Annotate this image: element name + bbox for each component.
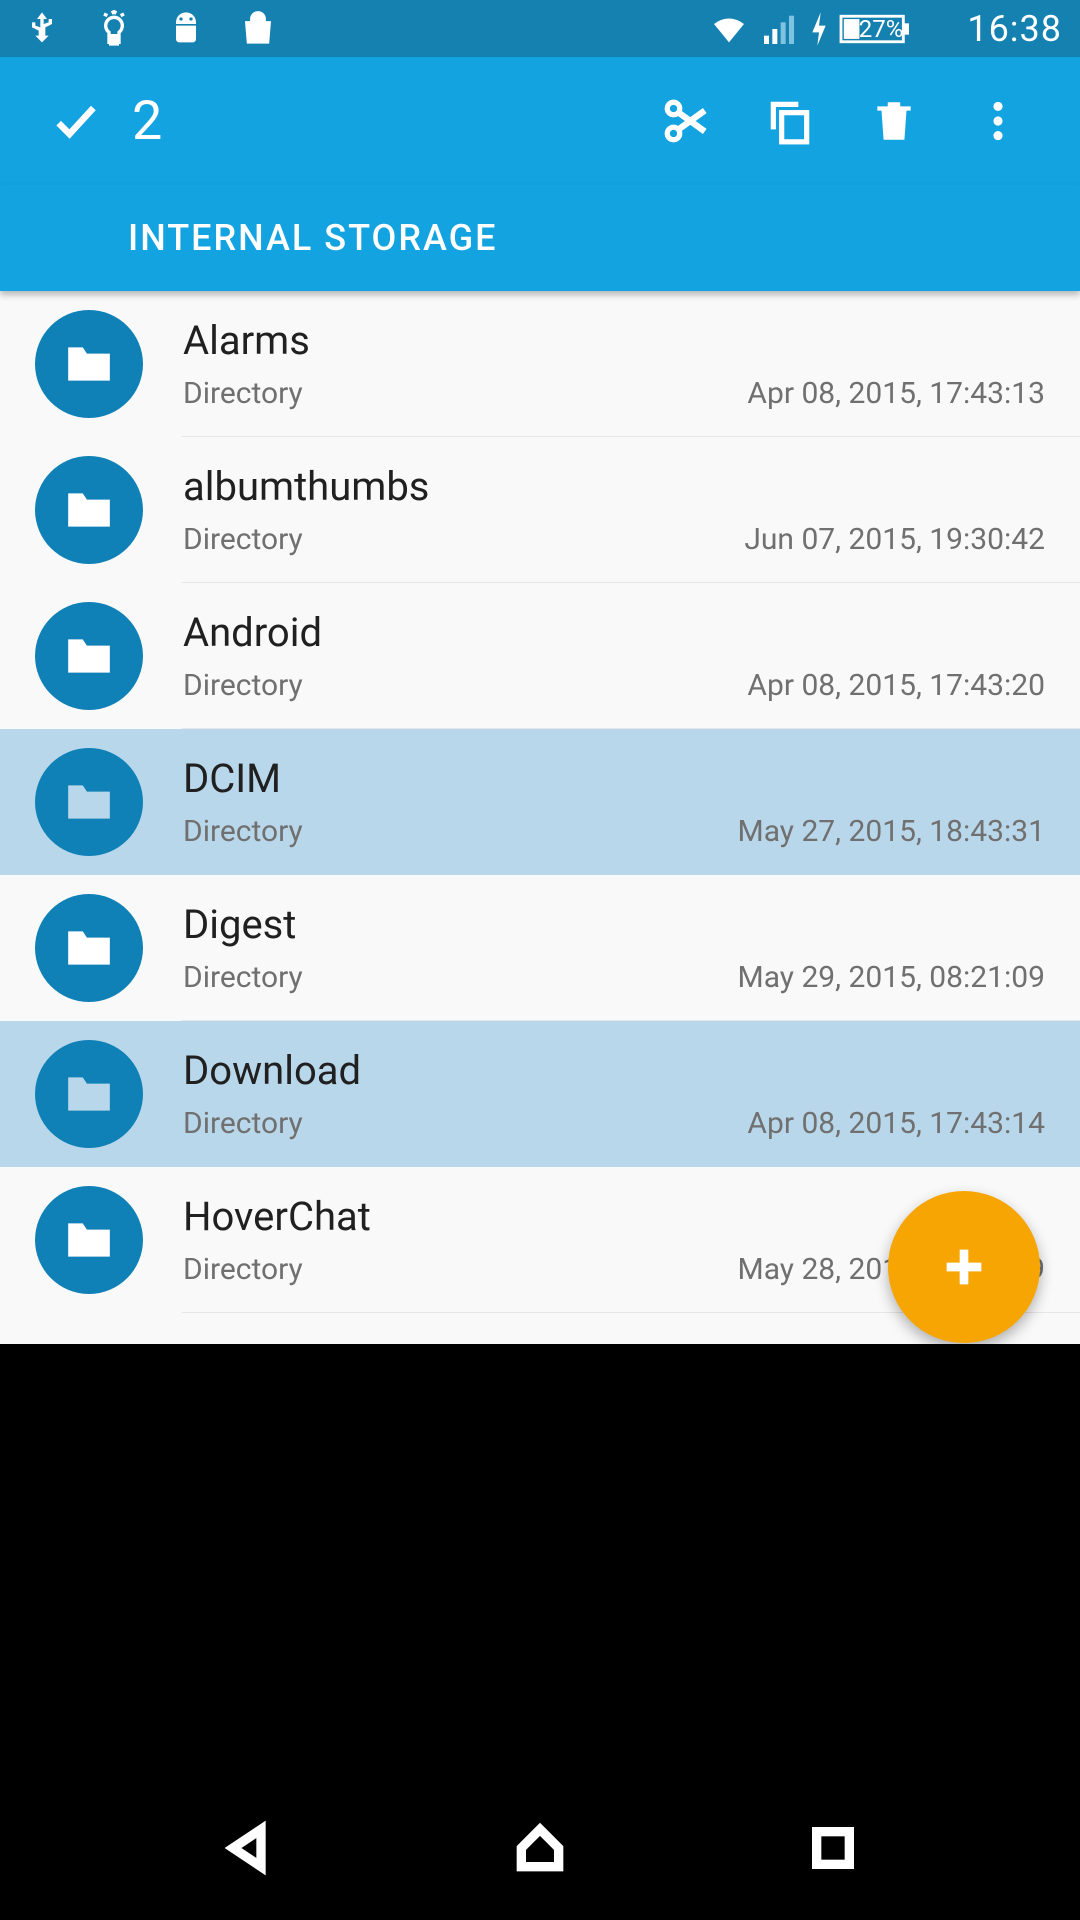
overflow-menu-button[interactable] (946, 57, 1050, 185)
file-type: Directory (183, 522, 303, 557)
file-name: Download (183, 1047, 1045, 1094)
file-type: Directory (183, 1252, 303, 1287)
cell-signal-icon (759, 9, 799, 49)
fab-add-button[interactable] (888, 1191, 1040, 1343)
charging-icon (809, 9, 829, 49)
file-info: Download Directory Apr 08, 2015, 17:43:14 (183, 1047, 1045, 1141)
file-info: albumthumbs Directory Jun 07, 2015, 19:30:… (183, 463, 1045, 557)
play-store-icon (238, 9, 278, 49)
folder-icon (35, 310, 143, 418)
back-button[interactable] (167, 1820, 327, 1876)
battery-indicator: 27% (839, 12, 958, 46)
file-list[interactable]: Alarms Directory Apr 08, 2015, 17:43:13 alb… (0, 291, 1080, 1344)
battery-percent: 27% (859, 15, 904, 43)
selection-count: 2 (132, 90, 162, 153)
folder-icon (35, 456, 143, 564)
file-name: Alarms (183, 317, 1045, 364)
file-info: Alarms Directory Apr 08, 2015, 17:43:13 (183, 317, 1045, 411)
file-type: Directory (183, 1106, 303, 1141)
usb-icon (22, 9, 62, 49)
status-right: 27% 16:38 (709, 8, 1062, 50)
clock: 16:38 (967, 8, 1062, 50)
file-type: Directory (183, 814, 303, 849)
file-type: Directory (183, 376, 303, 411)
file-date: May 27, 2015, 18:43:31 (738, 814, 1045, 849)
file-info: DCIM Directory May 27, 2015, 18:43:31 (183, 755, 1045, 849)
file-date: May 29, 2015, 08:21:09 (738, 960, 1045, 995)
status-bar: 27% 16:38 (0, 0, 1080, 57)
file-row[interactable]: Alarms Directory Apr 08, 2015, 17:43:13 (0, 291, 1080, 437)
copy-button[interactable] (738, 57, 842, 185)
folder-icon (35, 894, 143, 1002)
file-info: Digest Directory May 29, 2015, 08:21:09 (183, 901, 1045, 995)
recents-button[interactable] (753, 1820, 913, 1876)
folder-icon (35, 748, 143, 856)
navigation-bar (0, 1776, 1080, 1920)
folder-icon (35, 602, 143, 710)
file-row[interactable]: Digest Directory May 29, 2015, 08:21:09 (0, 875, 1080, 1021)
file-date: Apr 08, 2015, 17:43:14 (747, 1106, 1045, 1141)
cut-button[interactable] (634, 57, 738, 185)
delete-button[interactable] (842, 57, 946, 185)
status-left (22, 9, 278, 49)
file-row[interactable]: Android Directory Apr 08, 2015, 17:43:20 (0, 583, 1080, 729)
selection-action-bar: 2 (0, 57, 1080, 185)
file-name: albumthumbs (183, 463, 1045, 510)
folder-icon (35, 1040, 143, 1148)
file-row[interactable]: DCIM Directory May 27, 2015, 18:43:31 (0, 729, 1080, 875)
file-name: Digest (183, 901, 1045, 948)
file-name: Android (183, 609, 1045, 656)
bulb-icon (94, 9, 134, 49)
storage-tab[interactable]: INTERNAL STORAGE (0, 185, 1080, 291)
file-row[interactable]: albumthumbs Directory Jun 07, 2015, 19:30:… (0, 437, 1080, 583)
file-name: DCIM (183, 755, 1045, 802)
home-button[interactable] (460, 1820, 620, 1876)
file-info: Android Directory Apr 08, 2015, 17:43:20 (183, 609, 1045, 703)
file-date: Jun 07, 2015, 19:30:42 (744, 522, 1045, 557)
file-type: Directory (183, 668, 303, 703)
bottom-black-area (0, 1344, 1080, 1776)
file-date: Apr 08, 2015, 17:43:13 (747, 376, 1045, 411)
storage-tab-label: INTERNAL STORAGE (128, 217, 497, 259)
android-debug-icon (166, 9, 206, 49)
done-icon[interactable] (50, 95, 102, 147)
folder-icon (35, 1186, 143, 1294)
file-date: Apr 08, 2015, 17:43:20 (747, 668, 1045, 703)
wifi-icon (709, 9, 749, 49)
file-type: Directory (183, 960, 303, 995)
file-row[interactable]: Download Directory Apr 08, 2015, 17:43:14 (0, 1021, 1080, 1167)
